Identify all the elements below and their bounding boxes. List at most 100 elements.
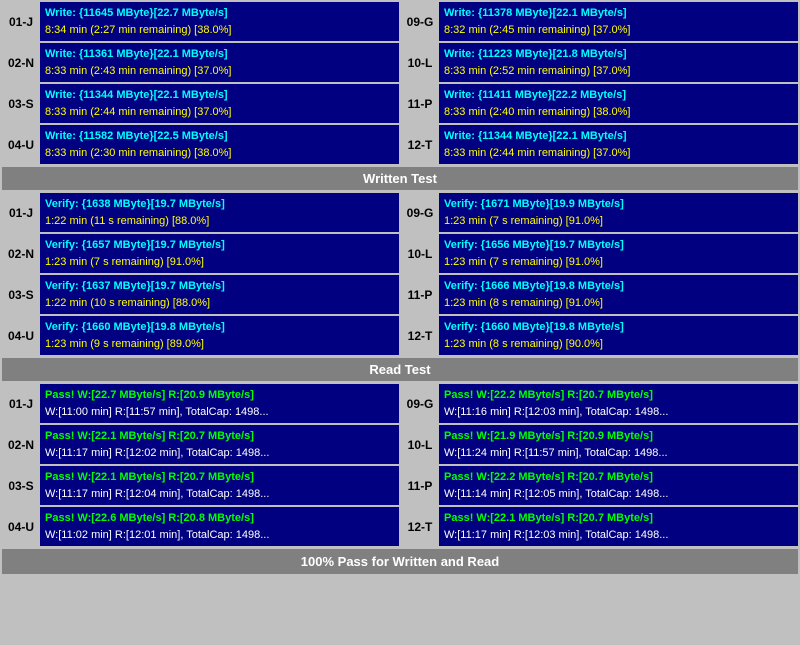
drive-line2: W:[11:17 min] R:[12:03 min], TotalCap: 1…	[444, 527, 793, 544]
drive-line2: 1:22 min (11 s remaining) [88.0%]	[45, 213, 394, 230]
drive-line2: W:[11:24 min] R:[11:57 min], TotalCap: 1…	[444, 445, 793, 462]
drive-line1: Pass! W:[22.2 MByte/s] R:[20.7 MByte/s]	[444, 387, 793, 404]
drive-data: Pass! W:[22.1 MByte/s] R:[20.7 MByte/s]W…	[40, 466, 399, 505]
drive-line2: 1:23 min (9 s remaining) [89.0%]	[45, 336, 394, 353]
drive-id: 01-J	[2, 384, 40, 423]
drive-id: 12-T	[401, 507, 439, 546]
drive-id: 09-G	[401, 384, 439, 423]
drive-data: Write: {11344 MByte}[22.1 MByte/s]8:33 m…	[439, 125, 798, 164]
table-row: 11-PWrite: {11411 MByte}[22.2 MByte/s]8:…	[401, 84, 798, 123]
table-row: 11-P Pass! W:[22.2 MByte/s] R:[20.7 MByte…	[401, 466, 798, 505]
read-test-label: Read Test	[2, 358, 798, 381]
drive-data: Write: {11411 MByte}[22.2 MByte/s]8:33 m…	[439, 84, 798, 123]
read-grid: 01-JPass! W:[22.7 MByte/s] R:[20.9 MByte…	[2, 384, 798, 546]
table-row: 03-SPass! W:[22.1 MByte/s] R:[20.7 MByte…	[2, 466, 399, 505]
drive-id: 09-G	[401, 193, 439, 232]
drive-line1: Write: {11344 MByte}[22.1 MByte/s]	[45, 87, 394, 104]
main-container: 01-JWrite: {11645 MByte}[22.7 MByte/s]8:…	[0, 0, 800, 576]
drive-data: Pass! W:[22.7 MByte/s] R:[20.9 MByte/s]W…	[40, 384, 399, 423]
drive-data: Verify: {1657 MByte}[19.7 MByte/s]1:23 m…	[40, 234, 399, 273]
drive-data: Write: {11378 MByte}[22.1 MByte/s]8:32 m…	[439, 2, 798, 41]
drive-data: Pass! W:[22.1 MByte/s] R:[20.7 MByte/s]W…	[439, 507, 798, 546]
drive-line1: Write: {11645 MByte}[22.7 MByte/s]	[45, 5, 394, 22]
drive-line2: 8:33 min (2:44 min remaining) [37.0%]	[45, 104, 394, 121]
drive-line1: Pass! W:[22.1 MByte/s] R:[20.7 MByte/s]	[444, 510, 793, 527]
drive-id: 03-S	[2, 84, 40, 123]
table-row: 09-GWrite: {11378 MByte}[22.1 MByte/s]8:…	[401, 2, 798, 41]
drive-id: 10-L	[401, 234, 439, 273]
drive-line1: Verify: {1671 MByte}[19.9 MByte/s]	[444, 196, 793, 213]
drive-data: Verify: {1660 MByte}[19.8 MByte/s]1:23 m…	[439, 316, 798, 355]
table-row: 10-LWrite: {11223 MByte}[21.8 MByte/s]8:…	[401, 43, 798, 82]
drive-data: Pass! W:[22.1 MByte/s] R:[20.7 MByte/s]W…	[40, 425, 399, 464]
drive-line2: W:[11:16 min] R:[12:03 min], TotalCap: 1…	[444, 404, 793, 421]
drive-line1: Verify: {1666 MByte}[19.8 MByte/s]	[444, 278, 793, 295]
drive-data: Write: {11582 MByte}[22.5 MByte/s]8:33 m…	[40, 125, 399, 164]
written-test-label: Written Test	[2, 167, 798, 190]
drive-data: Verify: {1638 MByte}[19.7 MByte/s]1:22 m…	[40, 193, 399, 232]
drive-line1: Write: {11582 MByte}[22.5 MByte/s]	[45, 128, 394, 145]
table-row: 03-SVerify: {1637 MByte}[19.7 MByte/s]1:…	[2, 275, 399, 314]
drive-data: Verify: {1660 MByte}[19.8 MByte/s]1:23 m…	[40, 316, 399, 355]
drive-line2: W:[11:17 min] R:[12:02 min], TotalCap: 1…	[45, 445, 394, 462]
drive-data: Verify: {1666 MByte}[19.8 MByte/s]1:23 m…	[439, 275, 798, 314]
drive-line2: 8:33 min (2:44 min remaining) [37.0%]	[444, 145, 793, 162]
drive-line1: Write: {11411 MByte}[22.2 MByte/s]	[444, 87, 793, 104]
table-row: 12-TVerify: {1660 MByte}[19.8 MByte/s]1:…	[401, 316, 798, 355]
table-row: 09-G Verify: {1671 MByte}[19.9 MByte/s]1:…	[401, 193, 798, 232]
table-row: 03-S Write: {11344 MByte}[22.1 MByte/s]8:…	[2, 84, 399, 123]
drive-line2: 1:23 min (7 s remaining) [91.0%]	[444, 213, 793, 230]
drive-id: 02-N	[2, 234, 40, 273]
drive-line2: W:[11:17 min] R:[12:04 min], TotalCap: 1…	[45, 486, 394, 503]
drive-line1: Pass! W:[22.1 MByte/s] R:[20.7 MByte/s]	[45, 428, 394, 445]
drive-id: 10-L	[401, 425, 439, 464]
drive-id: 01-J	[2, 193, 40, 232]
drive-line1: Pass! W:[22.2 MByte/s] R:[20.7 MByte/s]	[444, 469, 793, 486]
drive-data: Write: {11223 MByte}[21.8 MByte/s]8:33 m…	[439, 43, 798, 82]
table-row: 12-TPass! W:[22.1 MByte/s] R:[20.7 MByte…	[401, 507, 798, 546]
drive-line2: 1:22 min (10 s remaining) [88.0%]	[45, 295, 394, 312]
verify-grid: 01-JVerify: {1638 MByte}[19.7 MByte/s]1:…	[2, 193, 798, 355]
drive-id: 12-T	[401, 316, 439, 355]
drive-line2: 1:23 min (7 s remaining) [91.0%]	[444, 254, 793, 271]
table-row: 02-NWrite: {11361 MByte}[22.1 MByte/s]8:…	[2, 43, 399, 82]
drive-line1: Verify: {1638 MByte}[19.7 MByte/s]	[45, 196, 394, 213]
drive-line1: Pass! W:[21.9 MByte/s] R:[20.9 MByte/s]	[444, 428, 793, 445]
drive-id: 12-T	[401, 125, 439, 164]
table-row: 11-PVerify: {1666 MByte}[19.8 MByte/s]1:…	[401, 275, 798, 314]
drive-data: Pass! W:[22.2 MByte/s] R:[20.7 MByte/s]W…	[439, 384, 798, 423]
drive-line2: 8:34 min (2:27 min remaining) [38.0%]	[45, 22, 394, 39]
drive-line1: Write: {11344 MByte}[22.1 MByte/s]	[444, 128, 793, 145]
drive-id: 11-P	[401, 466, 439, 505]
read-section: 01-JPass! W:[22.7 MByte/s] R:[20.9 MByte…	[2, 384, 798, 546]
drive-id: 10-L	[401, 43, 439, 82]
drive-line1: Verify: {1637 MByte}[19.7 MByte/s]	[45, 278, 394, 295]
drive-id: 03-S	[2, 275, 40, 314]
table-row: 04-UWrite: {11582 MByte}[22.5 MByte/s]8:…	[2, 125, 399, 164]
drive-line1: Verify: {1660 MByte}[19.8 MByte/s]	[45, 319, 394, 336]
drive-data: Pass! W:[22.6 MByte/s] R:[20.8 MByte/s]W…	[40, 507, 399, 546]
drive-line2: 1:23 min (7 s remaining) [91.0%]	[45, 254, 394, 271]
drive-data: Pass! W:[21.9 MByte/s] R:[20.9 MByte/s]W…	[439, 425, 798, 464]
drive-line2: W:[11:00 min] R:[11:57 min], TotalCap: 1…	[45, 404, 394, 421]
drive-id: 04-U	[2, 507, 40, 546]
drive-data: Verify: {1656 MByte}[19.7 MByte/s]1:23 m…	[439, 234, 798, 273]
drive-id: 03-S	[2, 466, 40, 505]
drive-line1: Write: {11378 MByte}[22.1 MByte/s]	[444, 5, 793, 22]
drive-data: Verify: {1637 MByte}[19.7 MByte/s]1:22 m…	[40, 275, 399, 314]
table-row: 10-LVerify: {1656 MByte}[19.7 MByte/s]1:…	[401, 234, 798, 273]
table-row: 12-TWrite: {11344 MByte}[22.1 MByte/s]8:…	[401, 125, 798, 164]
drive-id: 01-J	[2, 2, 40, 41]
drive-data: Write: {11361 MByte}[22.1 MByte/s]8:33 m…	[40, 43, 399, 82]
table-row: 09-GPass! W:[22.2 MByte/s] R:[20.7 MByte…	[401, 384, 798, 423]
drive-line2: 8:33 min (2:52 min remaining) [37.0%]	[444, 63, 793, 80]
table-row: 04-UPass! W:[22.6 MByte/s] R:[20.8 MByte…	[2, 507, 399, 546]
table-row: 04-UVerify: {1660 MByte}[19.8 MByte/s]1:…	[2, 316, 399, 355]
drive-line2: 8:33 min (2:43 min remaining) [37.0%]	[45, 63, 394, 80]
drive-id: 04-U	[2, 316, 40, 355]
footer-label: 100% Pass for Written and Read	[2, 549, 798, 574]
table-row: 02-NVerify: {1657 MByte}[19.7 MByte/s]1:…	[2, 234, 399, 273]
drive-line1: Pass! W:[22.7 MByte/s] R:[20.9 MByte/s]	[45, 387, 394, 404]
drive-line2: W:[11:02 min] R:[12:01 min], TotalCap: 1…	[45, 527, 394, 544]
drive-line1: Verify: {1657 MByte}[19.7 MByte/s]	[45, 237, 394, 254]
